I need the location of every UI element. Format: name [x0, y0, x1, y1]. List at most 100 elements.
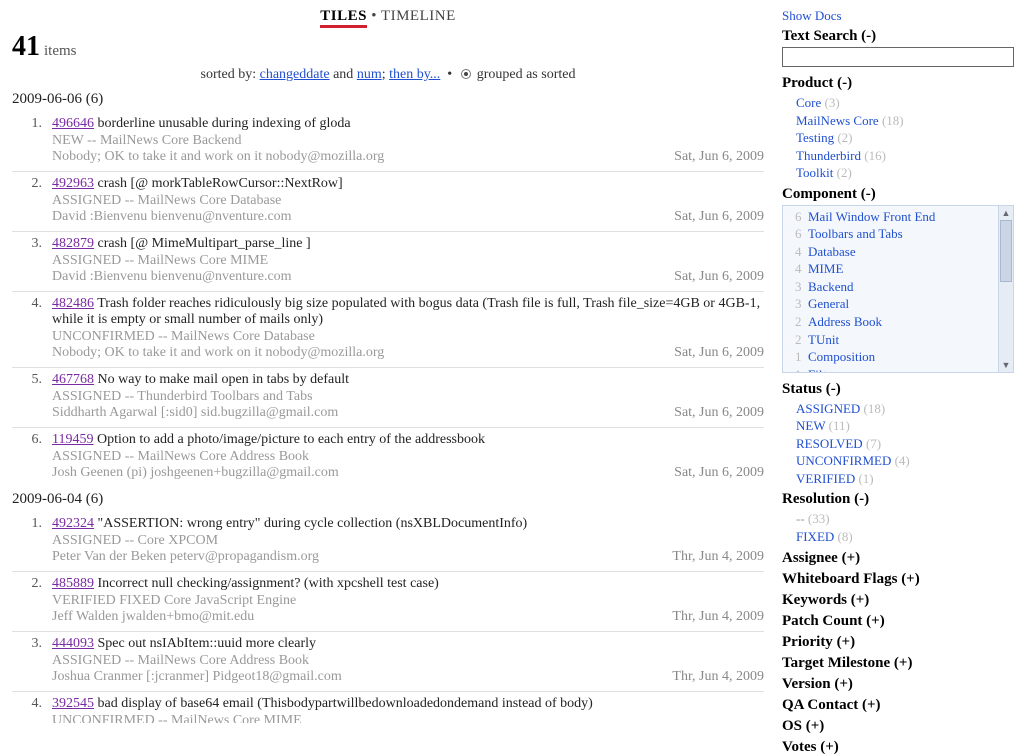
facet-product[interactable]: Product (-) — [782, 75, 1014, 92]
facet-collapsed[interactable]: Version (+) — [782, 676, 1014, 693]
facet-collapsed[interactable]: Whiteboard Flags (+) — [782, 571, 1014, 588]
facet-toggle[interactable]: (+) — [866, 613, 885, 629]
sort-field-1[interactable]: changeddate — [260, 67, 330, 82]
facet-item[interactable]: 3 General — [789, 295, 998, 313]
facet-item[interactable]: 4 MIME — [789, 260, 998, 278]
bug-id-link[interactable]: 496646 — [52, 116, 94, 131]
bug-body: 482486 Trash folder reaches ridiculously… — [52, 296, 764, 361]
facet-item[interactable]: NEW (11) — [782, 417, 1014, 435]
facet-text-search[interactable]: Text Search (-) — [782, 28, 1014, 45]
facet-item-name[interactable]: ASSIGNED — [796, 401, 860, 416]
bug-id-link[interactable]: 482879 — [52, 236, 94, 251]
facet-status-toggle[interactable]: (-) — [826, 381, 841, 397]
tab-tiles[interactable]: TILES — [320, 8, 367, 28]
facet-status[interactable]: Status (-) — [782, 381, 1014, 398]
facet-item-name[interactable]: Toolbars and Tabs — [808, 226, 903, 241]
facet-item[interactable]: MailNews Core (18) — [782, 112, 1014, 130]
sort-more[interactable]: then by... — [389, 67, 440, 82]
bug-id-link[interactable]: 444093 — [52, 636, 94, 651]
facet-product-toggle[interactable]: (-) — [837, 75, 852, 91]
show-docs-link[interactable]: Show Docs — [782, 8, 1014, 24]
facet-component-toggle[interactable]: (-) — [861, 186, 876, 202]
facet-item[interactable]: RESOLVED (7) — [782, 435, 1014, 453]
facet-item[interactable]: 6 Mail Window Front End — [789, 208, 998, 226]
facet-item[interactable]: Core (3) — [782, 94, 1014, 112]
facet-resolution[interactable]: Resolution (-) — [782, 491, 1014, 508]
facet-component[interactable]: Component (-) — [782, 186, 1014, 203]
facet-collapsed[interactable]: Votes (+) — [782, 739, 1014, 756]
bug-id-link[interactable]: 492324 — [52, 516, 94, 531]
bug-id-link[interactable]: 467768 — [52, 372, 94, 387]
facet-item-name[interactable]: Database — [808, 244, 856, 259]
scroll-down-icon[interactable]: ▼ — [999, 358, 1013, 372]
component-items[interactable]: 6 Mail Window Front End6 Toolbars and Ta… — [782, 205, 998, 373]
bug-id-link[interactable]: 482486 — [52, 296, 94, 311]
scroll-thumb[interactable] — [1000, 220, 1012, 282]
tab-timeline[interactable]: TIMELINE — [381, 8, 456, 24]
facet-toggle[interactable]: (+) — [806, 718, 825, 734]
facet-item-name[interactable]: Composition — [808, 349, 875, 364]
facet-item[interactable]: UNCONFIRMED (4) — [782, 452, 1014, 470]
facet-text-search-toggle[interactable]: (-) — [861, 28, 876, 44]
facet-item[interactable]: 1 Filters — [789, 366, 998, 373]
facet-resolution-toggle[interactable]: (-) — [854, 491, 869, 507]
facet-item[interactable]: 2 Address Book — [789, 313, 998, 331]
facet-collapsed[interactable]: QA Contact (+) — [782, 697, 1014, 714]
facet-collapsed[interactable]: Assignee (+) — [782, 550, 1014, 567]
bug-id-link[interactable]: 492963 — [52, 176, 94, 191]
facet-item[interactable]: FIXED (8) — [782, 528, 1014, 546]
facet-item-name[interactable]: Thunderbird — [796, 148, 861, 163]
facet-item[interactable]: -- (33) — [782, 510, 1014, 528]
bug-id-link[interactable]: 392545 — [52, 696, 94, 711]
facet-item[interactable]: 2 TUnit — [789, 331, 998, 349]
facet-item-name[interactable]: Mail Window Front End — [808, 209, 935, 224]
facet-collapsed[interactable]: Keywords (+) — [782, 592, 1014, 609]
facet-toggle[interactable]: (+) — [862, 697, 881, 713]
facet-item-name[interactable]: Testing — [796, 130, 834, 145]
facet-toggle[interactable]: (+) — [820, 739, 839, 755]
facet-toggle[interactable]: (+) — [834, 676, 853, 692]
facet-collapsed[interactable]: Target Milestone (+) — [782, 655, 1014, 672]
facet-collapsed[interactable]: Priority (+) — [782, 634, 1014, 651]
facet-item[interactable]: Testing (2) — [782, 129, 1014, 147]
facet-item-name[interactable]: Core — [796, 95, 821, 110]
bug-id-link[interactable]: 119459 — [52, 432, 93, 447]
facet-item-name[interactable]: General — [808, 296, 849, 311]
facet-item-name[interactable]: RESOLVED — [796, 436, 863, 451]
facet-item[interactable]: 1 Composition — [789, 348, 998, 366]
facet-item[interactable]: 3 Backend — [789, 278, 998, 296]
facet-toggle[interactable]: (+) — [851, 592, 870, 608]
facet-item[interactable]: Thunderbird (16) — [782, 147, 1014, 165]
facet-toggle[interactable]: (+) — [842, 550, 861, 566]
facet-item-name[interactable]: Toolkit — [796, 165, 833, 180]
facet-item-name[interactable]: UNCONFIRMED — [796, 453, 891, 468]
facet-item-name[interactable]: FIXED — [796, 529, 834, 544]
facet-toggle[interactable]: (+) — [901, 571, 920, 587]
facet-collapsed[interactable]: Patch Count (+) — [782, 613, 1014, 630]
facet-item[interactable]: Toolkit (2) — [782, 164, 1014, 182]
facet-item-name[interactable]: VERIFIED — [796, 471, 855, 486]
grouped-radio-icon[interactable] — [461, 69, 471, 79]
scroll-up-icon[interactable]: ▲ — [999, 206, 1013, 220]
facet-item-name[interactable]: Address Book — [808, 314, 882, 329]
sort-field-2[interactable]: num — [357, 67, 382, 82]
facet-item-name[interactable]: MIME — [808, 261, 843, 276]
facet-item-name[interactable]: -- — [796, 511, 805, 526]
facet-toggle[interactable]: (+) — [837, 634, 856, 650]
facet-item-name[interactable]: MailNews Core — [796, 113, 879, 128]
facet-collapsed[interactable]: OS (+) — [782, 718, 1014, 735]
facet-item[interactable]: 6 Toolbars and Tabs — [789, 225, 998, 243]
bug-body: 119459 Option to add a photo/image/pictu… — [52, 432, 764, 481]
facet-item-name[interactable]: Filters — [808, 367, 841, 373]
facet-item-name[interactable]: NEW — [796, 418, 825, 433]
facet-item-name[interactable]: TUnit — [808, 332, 839, 347]
component-scrollbar[interactable]: ▲ ▼ — [998, 205, 1014, 373]
facet-item-name[interactable]: Backend — [808, 279, 853, 294]
bug-id-link[interactable]: 485889 — [52, 576, 94, 591]
facet-item[interactable]: VERIFIED (1) — [782, 470, 1014, 488]
bug-assignee: Nobody; OK to take it and work on it nob… — [52, 149, 764, 165]
facet-item[interactable]: 4 Database — [789, 243, 998, 261]
text-search-input[interactable] — [782, 47, 1014, 67]
facet-toggle[interactable]: (+) — [894, 655, 913, 671]
facet-item[interactable]: ASSIGNED (18) — [782, 400, 1014, 418]
